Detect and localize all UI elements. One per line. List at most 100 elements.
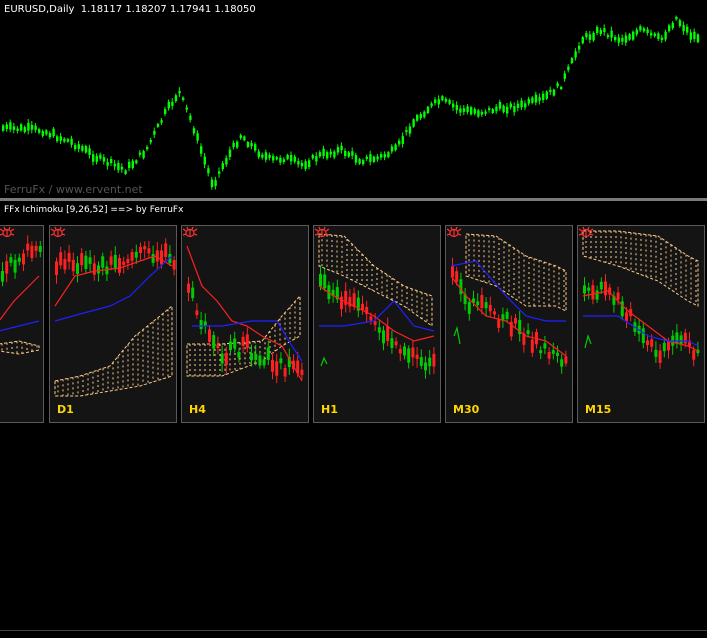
candle [369,150,372,166]
candle [71,252,75,276]
candle [283,364,287,383]
candle [362,158,365,166]
candle [509,315,513,341]
bug-icon[interactable] [0,226,15,238]
candle [164,238,168,262]
candle [67,245,71,270]
candle [424,356,427,379]
candle [308,158,311,170]
candle [477,108,480,119]
chikou-mark [584,333,592,349]
candle [642,26,646,33]
ichimoku-cloud [0,340,40,355]
candle [216,336,220,354]
panel-chart [186,245,304,384]
panel-h1[interactable]: H1 [313,225,441,423]
candle [80,248,84,272]
candle [654,341,658,363]
candle [257,149,260,160]
candle [688,332,691,354]
candle [218,167,221,178]
candle [106,158,109,170]
candle [678,18,682,28]
candle [356,290,360,318]
bug-icon[interactable] [314,226,330,238]
panel-w1[interactable] [0,225,44,423]
candle [109,250,113,271]
candle [344,282,348,313]
candle [293,154,296,164]
candle [258,352,262,369]
candle [505,308,509,323]
candle [5,121,8,132]
candle [17,253,21,266]
indicator-window[interactable]: FFx Ichimoku [9,26,52] ==> by FerruFx D1… [0,201,707,631]
candle [650,29,653,39]
candle [246,140,250,149]
candle [430,101,433,109]
candle [423,110,426,119]
candle [118,254,121,276]
candle [361,295,364,315]
candle [335,279,339,304]
candle [203,313,207,334]
candle [380,151,383,161]
panel-h4[interactable]: H4 [181,225,309,423]
candle [185,104,188,113]
candle [560,85,563,91]
candle [411,340,415,366]
chikou-mark [320,356,328,367]
candle [138,150,142,158]
candle [419,112,422,121]
ichimoku-cloud [318,233,433,327]
bug-icon[interactable] [578,226,594,238]
candle [394,143,397,152]
candle [192,125,196,136]
candle [135,159,138,165]
candle [261,152,264,160]
candle [156,122,160,128]
candle [81,144,84,153]
timeframe-label: H1 [321,403,338,416]
candle [606,33,610,40]
candle [646,334,649,352]
candle [675,324,679,349]
candle [581,36,584,45]
candle [455,101,458,114]
bug-icon[interactable] [446,226,462,238]
candle [552,88,556,97]
candle [77,140,80,153]
candle [117,160,120,173]
panel-m15[interactable]: M15 [577,225,705,423]
candle [398,344,402,362]
candle [376,154,379,162]
bug-icon[interactable] [50,226,66,238]
candle [448,98,451,106]
timeframe-label: D1 [57,403,74,416]
candle [105,260,109,282]
candle [228,146,232,161]
candle [495,103,498,114]
candle [212,331,216,357]
candle [405,126,408,136]
candle [182,96,185,102]
candle [394,337,398,349]
candle [441,94,444,102]
candle [398,138,401,147]
main-price-chart[interactable]: EURUSD,Daily 1.18117 1.18207 1.17941 1.1… [0,0,707,198]
candle [243,135,246,142]
candle [543,335,547,355]
candle [522,327,526,353]
candle [401,132,404,148]
panel-m30[interactable]: M30 [445,225,573,423]
candle [547,347,551,365]
candle [26,235,30,257]
candle [20,122,23,132]
candle [545,90,548,100]
candle [426,105,430,115]
bug-icon[interactable] [182,226,198,238]
panel-d1[interactable]: D1 [49,225,177,423]
timeframe-label: M30 [453,403,480,416]
candle [493,308,496,318]
candle [386,317,390,346]
